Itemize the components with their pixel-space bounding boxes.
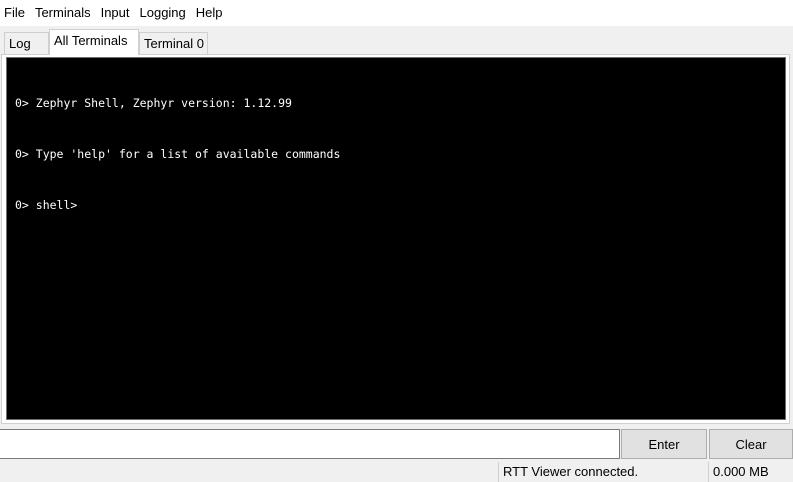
menu-bar: File Terminals Input Logging Help <box>0 0 793 26</box>
terminal-line: 0> Zephyr Shell, Zephyr version: 1.12.99 <box>15 96 292 110</box>
terminal-line: 0> shell> <box>15 198 78 212</box>
terminal-line: 0> Type 'help' for a list of available c… <box>15 147 341 161</box>
tab-terminal-0[interactable]: Terminal 0 <box>139 32 208 54</box>
menu-input[interactable]: Input <box>97 0 136 26</box>
clear-button[interactable]: Clear <box>709 429 793 459</box>
enter-button[interactable]: Enter <box>621 429 707 459</box>
terminal-output[interactable]: 0> Zephyr Shell, Zephyr version: 1.12.99… <box>6 57 786 420</box>
command-input[interactable] <box>0 429 620 459</box>
menu-terminals[interactable]: Terminals <box>31 0 97 26</box>
tab-panel: 0> Zephyr Shell, Zephyr version: 1.12.99… <box>1 54 790 424</box>
tab-all-terminals[interactable]: All Terminals <box>49 29 139 55</box>
input-row: Enter Clear <box>0 429 793 459</box>
tab-log[interactable]: Log <box>4 32 49 54</box>
status-bar: RTT Viewer connected. 0.000 MB <box>0 460 793 482</box>
connection-status: RTT Viewer connected. <box>498 462 708 482</box>
tab-strip: Log All Terminals Terminal 0 <box>0 26 793 55</box>
data-size-status: 0.000 MB <box>708 462 793 482</box>
menu-logging[interactable]: Logging <box>136 0 192 26</box>
menu-file[interactable]: File <box>0 0 31 26</box>
menu-help[interactable]: Help <box>192 0 229 26</box>
